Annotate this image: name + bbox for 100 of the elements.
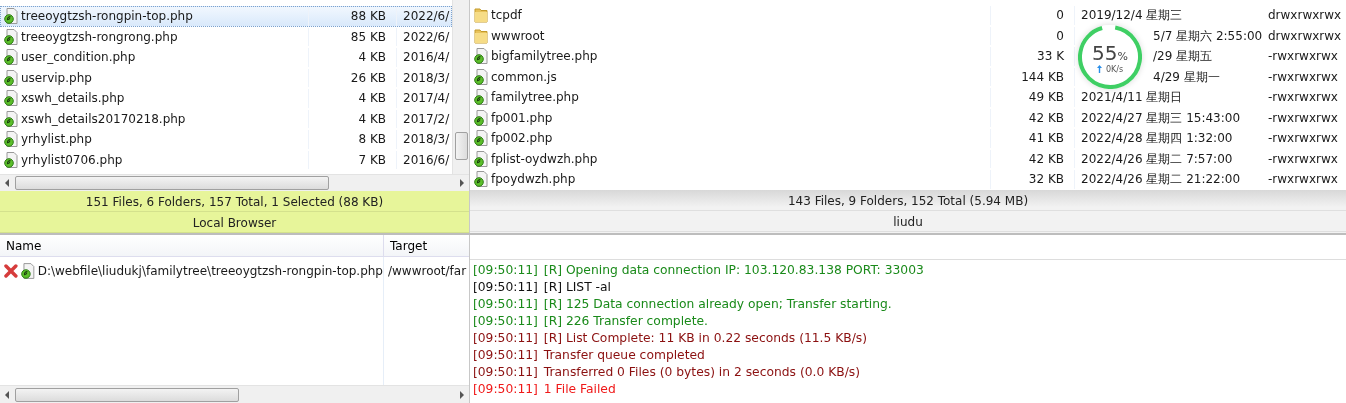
file-size: 33 K: [1037, 49, 1064, 63]
php-file-icon: [474, 130, 488, 147]
file-size: 7 KB: [358, 152, 386, 167]
file-size: 88 KB: [350, 9, 386, 23]
file-name: user_condition.php: [21, 50, 136, 65]
file-row[interactable]: uservip.php 26 KB 2018/3/: [0, 67, 452, 88]
log-message: 1 File Failed: [543, 381, 616, 398]
file-row[interactable]: fplist-oydwzh.php 42 KB 2022/4/26 星期二 7:57:00 -rwxrwxrwx: [470, 148, 1346, 169]
file-date: 2022/4/28 星期四 1:32:00: [1081, 131, 1233, 146]
log-message: [R] 226 Transfer complete.: [543, 313, 708, 330]
status-summary: 143 Files, 9 Folders, 152 Total (5.94 MB): [470, 190, 1346, 211]
php-file-icon: [474, 48, 488, 65]
file-row[interactable]: yrhylist0706.php 7 KB 2016/6/: [0, 149, 452, 170]
file-size: 85 KB: [350, 29, 386, 44]
file-row[interactable]: tcpdf 0 2019/12/4 星期三 drwxrwxrwx: [470, 5, 1346, 26]
scroll-right-icon[interactable]: [458, 179, 465, 188]
log-time: [09:50:11]: [473, 364, 538, 381]
status-summary: 151 Files, 6 Folders, 157 Total, 1 Selected (88 KB): [0, 191, 469, 212]
horizontal-scrollbar[interactable]: [0, 174, 469, 191]
php-file-icon: [4, 49, 18, 66]
scroll-right-icon[interactable]: [458, 390, 465, 399]
php-file-icon: [4, 151, 18, 168]
file-row[interactable]: yrhylist.php 8 KB 2018/3/: [0, 129, 452, 150]
file-row[interactable]: treeoygtzsh-rongpin-top.php 88 KB 2022/6/: [0, 6, 452, 27]
php-file-icon: [4, 8, 18, 25]
file-name: bigfamilytree.php: [491, 49, 598, 64]
file-row[interactable]: fpoydwzh.php 32 KB 2022/4/26 星期二 21:22:00 -rwxrwxrwx: [470, 169, 1346, 190]
log-message: [R] List Complete: 11 KB in 0.22 seconds (11.5 KB/s): [543, 330, 868, 347]
file-row[interactable]: xswh_details.php 4 KB 2017/4/: [0, 88, 452, 109]
file-name: tcpdf: [491, 8, 522, 23]
file-size: 41 KB: [1028, 131, 1064, 145]
file-size: 26 KB: [350, 70, 386, 85]
file-date: 2022/6/: [403, 29, 450, 44]
log-message: [R] LIST -al: [543, 279, 611, 296]
php-file-icon: [4, 131, 18, 148]
log-message: Transfer queue completed: [543, 347, 705, 364]
file-permissions: -rwxrwxrwx: [1268, 110, 1338, 125]
file-name: xswh_details20170218.php: [21, 111, 186, 126]
log-message: [R] 125 Data connection already open; Transfer starting.: [543, 296, 892, 313]
pane-label: Local Browser: [0, 212, 469, 233]
scroll-left-icon[interactable]: [4, 390, 11, 399]
failed-icon: [4, 264, 18, 278]
file-date: 2018/3/: [403, 70, 450, 85]
file-size: 49 KB: [1028, 90, 1064, 104]
php-file-icon: [4, 90, 18, 107]
file-size: 4 KB: [358, 111, 386, 126]
php-file-icon: [474, 68, 488, 85]
file-date: 4/29 星期一: [1153, 69, 1220, 84]
scroll-thumb[interactable]: [15, 387, 239, 402]
file-date: 2018/3/: [403, 132, 450, 147]
scroll-left-icon[interactable]: [4, 179, 11, 188]
log-time: [09:50:11]: [473, 262, 538, 279]
file-row[interactable]: treeoygtzsh-rongrong.php 85 KB 2022/6/: [0, 26, 452, 47]
folder-icon: [474, 27, 488, 44]
vertical-scrollbar[interactable]: [452, 0, 469, 175]
log-message: [R] Opening data connection IP: 103.120.83.138 PORT: 33003: [543, 262, 924, 279]
file-date: 5/7 星期六 2:55:00: [1153, 28, 1263, 43]
file-date: /29 星期五: [1153, 49, 1213, 64]
file-name: xswh_details.php: [21, 91, 125, 106]
meter-speed: 0K/s: [1105, 64, 1124, 74]
file-permissions: -rwxrwxrwx: [1268, 49, 1338, 64]
file-name: fpoydwzh.php: [491, 172, 576, 187]
file-date: 2016/4/: [403, 50, 450, 65]
file-size: 144 KB: [1021, 69, 1064, 84]
file-date: 2022/6/: [403, 9, 450, 24]
file-name: yrhylist0706.php: [21, 152, 123, 167]
column-header[interactable]: Name: [0, 235, 384, 256]
file-date: 2017/2/: [403, 111, 450, 126]
file-row[interactable]: familytree.php 49 KB 2021/4/11 星期日 -rwxrwxrwx: [470, 87, 1346, 108]
file-name: treeoygtzsh-rongrong.php: [21, 29, 178, 44]
file-row[interactable]: fp002.php 41 KB 2022/4/28 星期四 1:32:00 -rwxrwxrwx: [470, 128, 1346, 149]
speed-meter[interactable]: 55% 0K/s: [1078, 25, 1142, 89]
queue-file-path: D:\webfile\liudukj\familytree\treeoygtzsh-rongpin-top.php: [37, 264, 383, 278]
folder-icon: [474, 7, 488, 24]
file-date: 2021/4/11 星期日: [1081, 90, 1183, 105]
horizontal-scrollbar[interactable]: [0, 385, 469, 403]
log-time: [09:50:11]: [473, 296, 538, 313]
file-name: fp002.php: [491, 131, 553, 146]
file-name: familytree.php: [491, 90, 579, 105]
meter-unit: %: [1117, 49, 1128, 63]
scroll-thumb[interactable]: [15, 176, 329, 191]
file-name: fp001.php: [491, 110, 553, 125]
file-row[interactable]: fp001.php 42 KB 2022/4/27 星期三 15:43:00 -rwxrwxrwx: [470, 107, 1346, 128]
file-permissions: -rwxrwxrwx: [1268, 69, 1338, 84]
scroll-thumb[interactable]: [454, 132, 468, 161]
file-date: 2016/6/: [403, 152, 450, 167]
php-file-icon: [474, 89, 488, 106]
php-file-icon: [474, 150, 488, 167]
log-message: Transferred 0 Files (0 bytes) in 2 seconds (0.0 KB/s): [543, 364, 860, 381]
file-date: 2019/12/4 星期三: [1081, 8, 1183, 23]
progress-ring-icon: [1078, 25, 1142, 89]
file-row[interactable]: user_condition.php 4 KB 2016/4/: [0, 47, 452, 68]
log-time: [09:50:11]: [473, 279, 538, 296]
file-permissions: -rwxrwxrwx: [1268, 131, 1338, 146]
file-permissions: -rwxrwxrwx: [1268, 172, 1338, 187]
log-time: [09:50:11]: [473, 330, 538, 347]
file-row[interactable]: xswh_details20170218.php 4 KB 2017/2/: [0, 108, 452, 129]
file-permissions: -rwxrwxrwx: [1268, 151, 1338, 166]
log-time: [09:50:11]: [473, 313, 538, 330]
file-size: 4 KB: [358, 91, 386, 105]
